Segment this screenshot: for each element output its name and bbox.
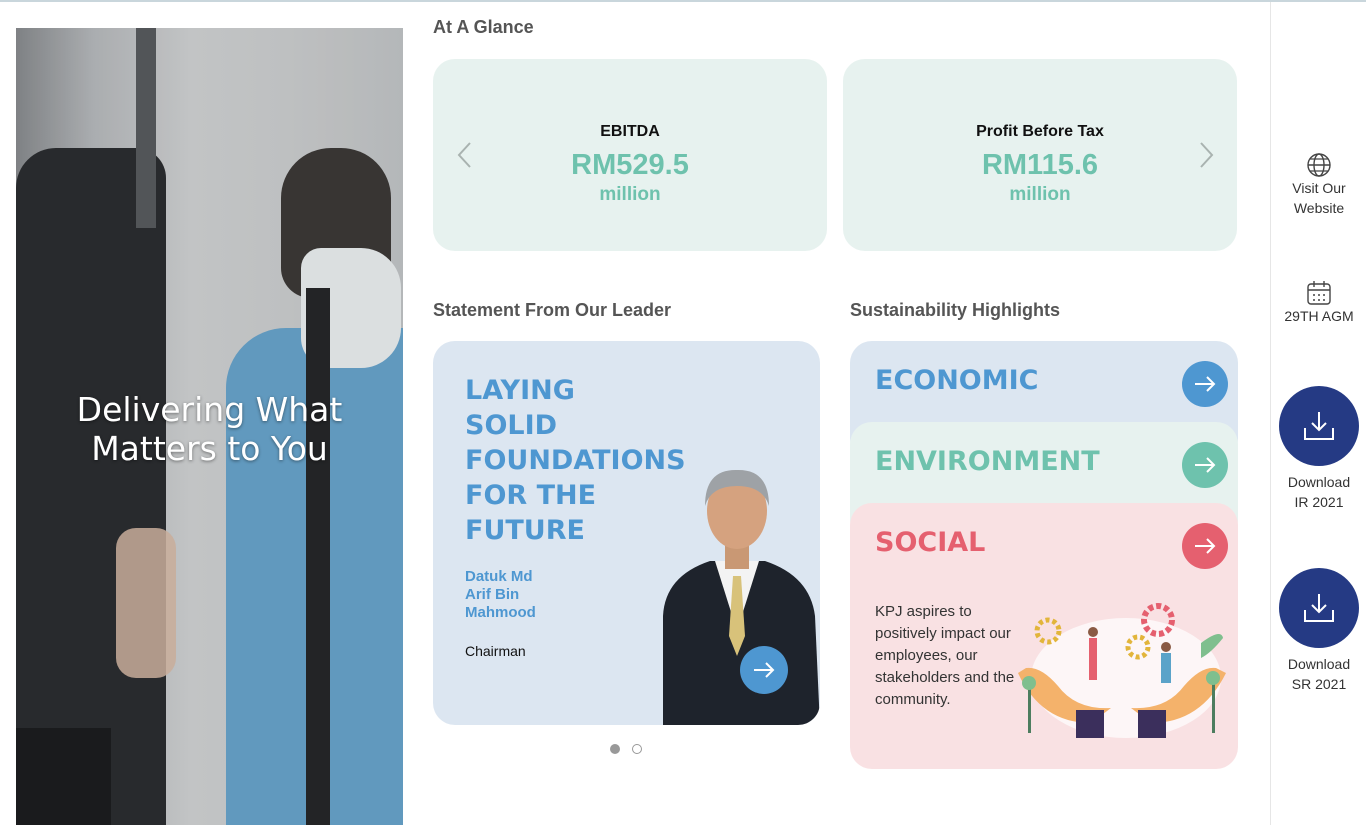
- environment-arrow-button[interactable]: [1182, 442, 1228, 488]
- download-icon: [1304, 594, 1334, 622]
- arrow-right-icon: [754, 662, 775, 678]
- leader-card[interactable]: LAYING SOLID FOUNDATIONS FOR THE FUTURE …: [433, 341, 820, 725]
- carousel-dot[interactable]: [632, 744, 642, 754]
- visit-website-link[interactable]: Visit Our Website: [1271, 152, 1366, 218]
- chevron-left-icon[interactable]: [453, 140, 477, 170]
- headline-line: LAYING: [465, 375, 575, 406]
- download-sr-label: Download: [1287, 656, 1351, 672]
- top-border: [0, 0, 1366, 2]
- social-description: KPJ aspires to positively impact our emp…: [875, 603, 1015, 708]
- glance-value: RM529.5: [571, 149, 689, 181]
- leader-read-more-button[interactable]: [740, 646, 788, 694]
- download-ir-circle[interactable]: [1279, 386, 1359, 466]
- leader-name-line: Mahmood: [465, 604, 536, 621]
- leader-name-line: Arif Bin: [465, 586, 520, 603]
- arrow-right-icon: [1195, 538, 1216, 554]
- glance-card-ebitda: EBITDA RM529.5 million: [433, 59, 827, 251]
- at-a-glance-title: At A Glance: [433, 17, 534, 37]
- globe-icon: [1307, 153, 1331, 177]
- social-card[interactable]: SOCIAL KPJ aspires to positively impact …: [850, 503, 1238, 769]
- website-label: Website: [1293, 200, 1345, 216]
- hero-title-line: Delivering What: [76, 390, 343, 429]
- glance-label: EBITDA: [600, 123, 660, 140]
- download-sr-label: SR 2021: [1291, 676, 1347, 692]
- download-ir-label: IR 2021: [1294, 494, 1344, 510]
- download-icon: [1304, 412, 1334, 440]
- economic-arrow-button[interactable]: [1182, 361, 1228, 407]
- headline-line: SOLID: [465, 410, 558, 441]
- glance-unit: million: [1009, 184, 1071, 205]
- economic-title: ECONOMIC: [875, 365, 1039, 396]
- leader-portrait: [663, 469, 820, 725]
- environment-title: ENVIRONMENT: [875, 446, 1100, 477]
- calendar-icon: [1307, 281, 1331, 305]
- leader-section-title: Statement From Our Leader: [433, 300, 672, 320]
- community-hands-illustration: [1018, 603, 1226, 738]
- sustainability-section-title: Sustainability Highlights: [850, 300, 1061, 320]
- download-sr-circle[interactable]: [1279, 568, 1359, 648]
- arrow-right-icon: [1195, 457, 1216, 473]
- glance-value: RM115.6: [981, 149, 1099, 181]
- website-label: Visit Our: [1292, 180, 1346, 196]
- glance-label: Profit Before Tax: [976, 123, 1104, 140]
- social-title: SOCIAL: [875, 527, 986, 558]
- right-sidebar: Visit Our Website 29TH AGM Download IR 2…: [1270, 2, 1366, 825]
- social-arrow-button[interactable]: [1182, 523, 1228, 569]
- leader-name-line: Datuk Md: [465, 568, 533, 585]
- glance-card-profit: Profit Before Tax RM115.6 million: [843, 59, 1237, 251]
- download-ir-button[interactable]: Download IR 2021: [1271, 386, 1366, 512]
- leader-name: Datuk Md Arif Bin Mahmood: [465, 568, 585, 622]
- leader-role: Chairman: [465, 643, 526, 659]
- hero-title: Delivering What Matters to You: [16, 390, 403, 468]
- chevron-right-icon[interactable]: [1194, 140, 1218, 170]
- carousel-dot[interactable]: [610, 744, 620, 754]
- glance-unit: million: [599, 184, 661, 205]
- agm-label: 29TH AGM: [1284, 308, 1354, 324]
- hero-title-line: Matters to You: [91, 429, 328, 468]
- download-ir-label: Download: [1287, 474, 1351, 490]
- agm-link[interactable]: 29TH AGM: [1271, 280, 1366, 326]
- download-sr-button[interactable]: Download SR 2021: [1271, 568, 1366, 694]
- hero-video[interactable]: Delivering What Matters to You: [16, 28, 403, 825]
- arrow-right-icon: [1195, 376, 1216, 392]
